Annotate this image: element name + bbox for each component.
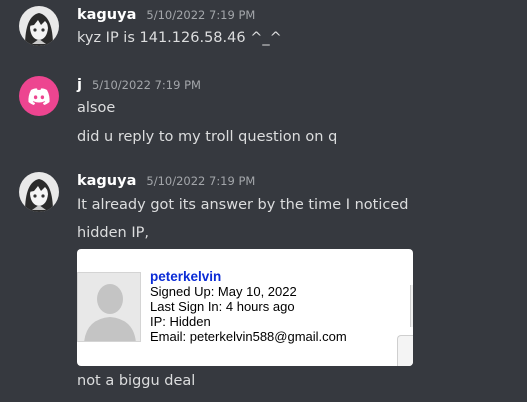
anime-avatar-icon[interactable]	[19, 6, 59, 46]
timestamp: 5/10/2022 7:19 PM	[146, 8, 256, 22]
message-text: kyz IP is 141.126.58.46 ^_^	[77, 30, 282, 46]
anime-avatar-icon[interactable]	[19, 172, 59, 212]
profile-info: peterkelvin Signed Up: May 10, 2022 Last…	[150, 269, 347, 344]
message-header: j 5/10/2022 7:19 PM	[77, 77, 201, 93]
username[interactable]: kaguya	[77, 173, 136, 189]
username[interactable]: kaguya	[77, 7, 136, 23]
message-text: alsoe	[77, 100, 116, 116]
message-text: It already got its answer by the time I …	[77, 197, 409, 213]
profile-name-link[interactable]: peterkelvin	[150, 269, 347, 284]
image-attachment[interactable]: peterkelvin Signed Up: May 10, 2022 Last…	[77, 249, 413, 366]
last-sign-in-field: Last Sign In: 4 hours ago	[150, 299, 295, 314]
default-profile-photo-icon	[77, 272, 141, 342]
timestamp: 5/10/2022 7:19 PM	[146, 174, 256, 188]
message-header: kaguya 5/10/2022 7:19 PM	[77, 7, 255, 23]
message-group: j 5/10/2022 7:19 PM alsoe did u reply to…	[0, 70, 527, 160]
message-text: not a biggu deal	[77, 373, 196, 389]
message-text: hidden IP,	[77, 225, 149, 241]
message-group: kaguya 5/10/2022 7:19 PM kyz IP is 141.1…	[0, 0, 527, 70]
email-field: Email: peterkelvin588@gmail.com	[150, 329, 347, 344]
timestamp: 5/10/2022 7:19 PM	[91, 78, 201, 92]
signed-up-field: Signed Up: May 10, 2022	[150, 284, 297, 299]
ip-field: IP: Hidden	[150, 314, 211, 329]
message-text: did u reply to my troll question on q	[77, 129, 338, 145]
chat-messages: kaguya 5/10/2022 7:19 PM kyz IP is 141.1…	[0, 0, 527, 402]
message-header: kaguya 5/10/2022 7:19 PM	[77, 173, 255, 189]
screenshot-edge	[410, 285, 413, 327]
discord-logo-icon[interactable]	[19, 76, 59, 116]
username[interactable]: j	[77, 77, 82, 93]
screenshot-corner	[397, 335, 413, 366]
